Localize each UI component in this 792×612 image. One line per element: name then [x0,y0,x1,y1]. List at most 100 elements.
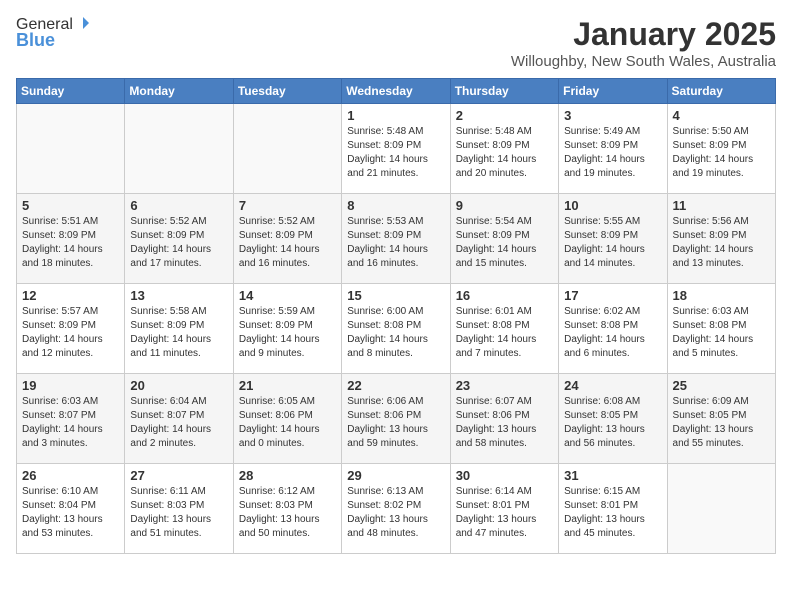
day-info: Sunrise: 6:15 AM Sunset: 8:01 PM Dayligh… [564,485,661,541]
calendar-cell [17,104,125,194]
col-header-saturday: Saturday [667,79,775,104]
location: Willoughby, New South Wales, Australia [511,53,776,70]
calendar-cell: 8Sunrise: 5:53 AM Sunset: 8:09 PM Daylig… [342,194,450,284]
col-header-friday: Friday [559,79,667,104]
calendar-cell: 13 Sunrise: 5:58 AM Sunset: 8:09 PM Dayli… [125,284,233,374]
calendar-cell: 28 Sunrise: 6:12 AM Sunset: 8:03 PM Dayli… [233,464,341,554]
day-info: Sunrise: 5:48 AM Sunset: 8:09 PM Dayligh… [456,125,553,181]
day-number: 25 [673,378,770,393]
day-info: Sunrise: 5:58 AM Sunset: 8:09 PM Dayligh… [130,305,227,361]
day-info: Sunrise: 5:57 AM Sunset: 8:09 PM Dayligh… [22,305,119,361]
calendar-cell: 11 Sunrise: 5:56 AM Sunset: 8:09 PM Dayli… [667,194,775,284]
calendar-cell: 23Sunrise: 6:07 AM Sunset: 8:06 PM Dayli… [450,374,558,464]
day-info: Sunrise: 6:07 AM Sunset: 8:06 PM Dayligh… [456,395,553,451]
day-info: Sunrise: 5:55 AM Sunset: 8:09 PM Dayligh… [564,215,661,271]
calendar-table: SundayMondayTuesdayWednesdayThursdayFrid… [16,78,776,554]
day-number: 9 [456,198,553,213]
calendar-cell: 3 Sunrise: 5:49 AM Sunset: 8:09 PM Daylig… [559,104,667,194]
calendar-cell: 4 Sunrise: 5:50 AM Sunset: 8:09 PM Daylig… [667,104,775,194]
day-number: 8 [347,198,444,213]
day-info: Sunrise: 5:59 AM Sunset: 8:09 PM Dayligh… [239,305,336,361]
calendar-cell: 29Sunrise: 6:13 AM Sunset: 8:02 PM Dayli… [342,464,450,554]
day-number: 13 [130,288,227,303]
day-number: 19 [22,378,119,393]
calendar-cell: 16Sunrise: 6:01 AM Sunset: 8:08 PM Dayli… [450,284,558,374]
day-number: 11 [673,198,770,213]
day-number: 24 [564,378,661,393]
month-title: January 2025 [511,16,776,53]
calendar-cell: 15 Sunrise: 6:00 AM Sunset: 8:08 PM Dayli… [342,284,450,374]
calendar-cell: 5 Sunrise: 5:51 AM Sunset: 8:09 PM Daylig… [17,194,125,284]
logo: General Blue [16,16,91,51]
day-number: 15 [347,288,444,303]
day-number: 5 [22,198,119,213]
day-info: Sunrise: 6:13 AM Sunset: 8:02 PM Dayligh… [347,485,444,541]
day-number: 7 [239,198,336,213]
calendar-cell: 22 Sunrise: 6:06 AM Sunset: 8:06 PM Dayli… [342,374,450,464]
calendar-cell: 7 Sunrise: 5:52 AM Sunset: 8:09 PM Daylig… [233,194,341,284]
day-info: Sunrise: 6:12 AM Sunset: 8:03 PM Dayligh… [239,485,336,541]
day-info: Sunrise: 5:52 AM Sunset: 8:09 PM Dayligh… [239,215,336,271]
day-number: 2 [456,108,553,123]
calendar-cell: 12Sunrise: 5:57 AM Sunset: 8:09 PM Dayli… [17,284,125,374]
col-header-sunday: Sunday [17,79,125,104]
calendar-cell: 14 Sunrise: 5:59 AM Sunset: 8:09 PM Dayli… [233,284,341,374]
calendar-cell: 20Sunrise: 6:04 AM Sunset: 8:07 PM Dayli… [125,374,233,464]
day-number: 10 [564,198,661,213]
calendar-cell: 21Sunrise: 6:05 AM Sunset: 8:06 PM Dayli… [233,374,341,464]
day-info: Sunrise: 6:00 AM Sunset: 8:08 PM Dayligh… [347,305,444,361]
col-header-monday: Monday [125,79,233,104]
day-number: 22 [347,378,444,393]
day-number: 6 [130,198,227,213]
day-number: 4 [673,108,770,123]
col-header-wednesday: Wednesday [342,79,450,104]
day-number: 28 [239,468,336,483]
calendar-cell: 17 Sunrise: 6:02 AM Sunset: 8:08 PM Dayli… [559,284,667,374]
calendar-cell: 2 Sunrise: 5:48 AM Sunset: 8:09 PM Daylig… [450,104,558,194]
day-info: Sunrise: 6:05 AM Sunset: 8:06 PM Dayligh… [239,395,336,451]
calendar-cell [125,104,233,194]
calendar-cell: 18 Sunrise: 6:03 AM Sunset: 8:08 PM Dayli… [667,284,775,374]
day-number: 14 [239,288,336,303]
day-info: Sunrise: 5:52 AM Sunset: 8:09 PM Dayligh… [130,215,227,271]
day-number: 18 [673,288,770,303]
day-number: 31 [564,468,661,483]
day-info: Sunrise: 6:11 AM Sunset: 8:03 PM Dayligh… [130,485,227,541]
calendar-cell: 25 Sunrise: 6:09 AM Sunset: 8:05 PM Dayli… [667,374,775,464]
calendar-cell: 24 Sunrise: 6:08 AM Sunset: 8:05 PM Dayli… [559,374,667,464]
day-number: 1 [347,108,444,123]
col-header-tuesday: Tuesday [233,79,341,104]
day-info: Sunrise: 5:50 AM Sunset: 8:09 PM Dayligh… [673,125,770,181]
day-info: Sunrise: 6:03 AM Sunset: 8:08 PM Dayligh… [673,305,770,361]
day-info: Sunrise: 6:02 AM Sunset: 8:08 PM Dayligh… [564,305,661,361]
day-info: Sunrise: 6:09 AM Sunset: 8:05 PM Dayligh… [673,395,770,451]
day-info: Sunrise: 6:03 AM Sunset: 8:07 PM Dayligh… [22,395,119,451]
day-info: Sunrise: 5:49 AM Sunset: 8:09 PM Dayligh… [564,125,661,181]
title-block: January 2025 Willoughby, New South Wales… [511,16,776,70]
day-number: 30 [456,468,553,483]
day-info: Sunrise: 6:10 AM Sunset: 8:04 PM Dayligh… [22,485,119,541]
calendar-cell: 1 Sunrise: 5:48 AM Sunset: 8:09 PM Daylig… [342,104,450,194]
day-info: Sunrise: 6:14 AM Sunset: 8:01 PM Dayligh… [456,485,553,541]
calendar-cell: 19 Sunrise: 6:03 AM Sunset: 8:07 PM Dayli… [17,374,125,464]
day-number: 20 [130,378,227,393]
day-info: Sunrise: 5:48 AM Sunset: 8:09 PM Dayligh… [347,125,444,181]
calendar-cell: 10 Sunrise: 5:55 AM Sunset: 8:09 PM Dayli… [559,194,667,284]
logo-icon [75,15,91,31]
calendar-cell: 26Sunrise: 6:10 AM Sunset: 8:04 PM Dayli… [17,464,125,554]
day-info: Sunrise: 6:06 AM Sunset: 8:06 PM Dayligh… [347,395,444,451]
day-number: 27 [130,468,227,483]
day-info: Sunrise: 5:54 AM Sunset: 8:09 PM Dayligh… [456,215,553,271]
day-number: 17 [564,288,661,303]
calendar-cell: 6 Sunrise: 5:52 AM Sunset: 8:09 PM Daylig… [125,194,233,284]
day-info: Sunrise: 5:56 AM Sunset: 8:09 PM Dayligh… [673,215,770,271]
day-number: 3 [564,108,661,123]
calendar-cell [233,104,341,194]
day-info: Sunrise: 5:51 AM Sunset: 8:09 PM Dayligh… [22,215,119,271]
day-number: 16 [456,288,553,303]
page-header: General Blue January 2025 Willoughby, Ne… [16,16,776,70]
calendar-cell: 30 Sunrise: 6:14 AM Sunset: 8:01 PM Dayli… [450,464,558,554]
day-info: Sunrise: 6:08 AM Sunset: 8:05 PM Dayligh… [564,395,661,451]
col-header-thursday: Thursday [450,79,558,104]
calendar-cell [667,464,775,554]
